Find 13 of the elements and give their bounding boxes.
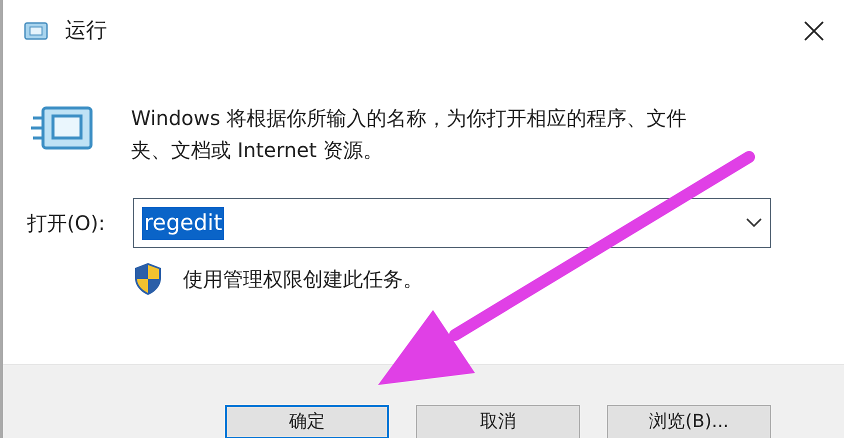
window-title: 运行	[65, 17, 107, 44]
dialog-button[interactable]: 取消	[416, 405, 580, 438]
open-field-value: regedit	[142, 206, 224, 240]
dialog-button[interactable]: 确定	[225, 405, 389, 438]
shield-icon	[133, 262, 163, 296]
admin-note: 使用管理权限创建此任务。	[183, 266, 423, 293]
open-combobox[interactable]: regedit	[133, 198, 771, 248]
run-icon	[23, 21, 49, 41]
close-icon[interactable]	[802, 19, 826, 43]
open-label: 打开(O):	[27, 210, 106, 237]
dropdown-chevron-icon[interactable]	[746, 218, 762, 228]
dialog-button[interactable]: 浏览(B)...	[607, 405, 771, 438]
description-text: Windows 将根据你所输入的名称，为你打开相应的程序、文件夹、文档或 Internet 资源。	[131, 105, 688, 164]
